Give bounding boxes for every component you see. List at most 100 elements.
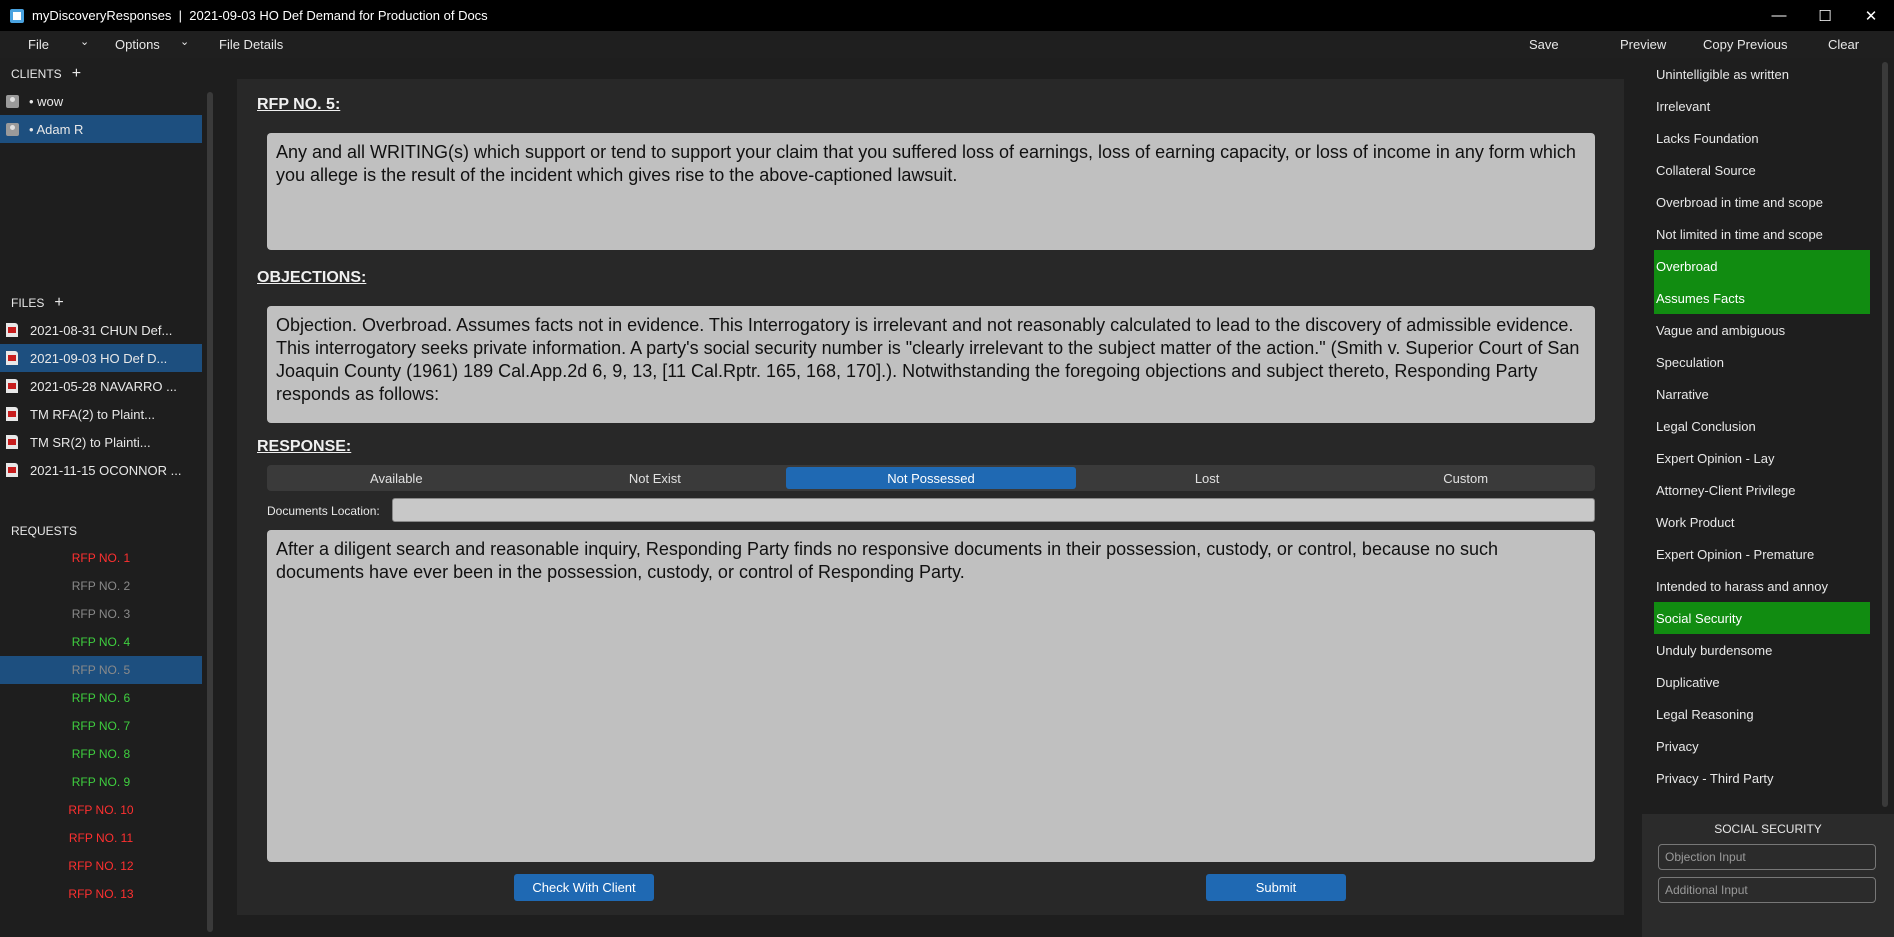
- objection-detail-title: SOCIAL SECURITY: [1714, 822, 1822, 836]
- pdf-icon: [6, 351, 18, 365]
- objection-toggle[interactable]: Vague and ambiguous: [1654, 314, 1870, 346]
- copy-previous-button[interactable]: Copy Previous: [1703, 37, 1788, 52]
- objection-input[interactable]: Objection Input: [1658, 844, 1876, 870]
- objection-toggle[interactable]: Assumes Facts: [1654, 282, 1870, 314]
- objection-toggle[interactable]: Narrative: [1654, 378, 1870, 410]
- client-item[interactable]: • Adam R: [0, 115, 202, 143]
- objection-toggle[interactable]: Privacy - Third Party: [1654, 762, 1870, 794]
- clients-scrollbar[interactable]: [207, 92, 213, 342]
- check-with-client-button[interactable]: Check With Client: [514, 874, 654, 901]
- objection-toggle[interactable]: Legal Conclusion: [1654, 410, 1870, 442]
- file-details-menu[interactable]: File Details: [219, 37, 283, 52]
- objections-panel: Unintelligible as written Irrelevant Lac…: [1642, 58, 1894, 937]
- request-item[interactable]: RFP NO. 9: [0, 768, 202, 796]
- objections-scrollbar[interactable]: [1882, 62, 1888, 807]
- file-item[interactable]: 2021-08-31 CHUN Def...: [0, 316, 202, 344]
- close-icon[interactable]: ✕: [1848, 0, 1894, 31]
- objection-toggle[interactable]: Unduly burdensome: [1654, 634, 1870, 666]
- clear-button[interactable]: Clear: [1828, 37, 1859, 52]
- request-item[interactable]: RFP NO. 11: [0, 824, 202, 852]
- objection-toggle[interactable]: Unintelligible as written: [1654, 58, 1870, 90]
- request-item[interactable]: RFP NO. 3: [0, 600, 202, 628]
- objection-toggle[interactable]: Lacks Foundation: [1654, 122, 1870, 154]
- file-label: 2021-05-28 NAVARRO ...: [30, 378, 177, 394]
- option-not-possessed[interactable]: Not Possessed: [786, 467, 1076, 489]
- options-menu[interactable]: Options: [115, 37, 160, 52]
- option-available[interactable]: Available: [267, 465, 526, 491]
- pdf-icon: [6, 323, 18, 337]
- file-item[interactable]: 2021-09-03 HO Def D...: [0, 344, 202, 372]
- pdf-icon: [6, 379, 18, 393]
- files-scrollbar[interactable]: [207, 321, 213, 571]
- objection-toggle[interactable]: Duplicative: [1654, 666, 1870, 698]
- objection-toggle[interactable]: Speculation: [1654, 346, 1870, 378]
- response-type-selector: Available Not Exist Not Possessed Lost C…: [267, 465, 1595, 491]
- response-title: RESPONSE:: [257, 438, 352, 455]
- objection-toggle[interactable]: Overbroad: [1654, 250, 1870, 282]
- response-text[interactable]: After a diligent search and reasonable i…: [267, 530, 1595, 862]
- save-button[interactable]: Save: [1529, 37, 1559, 52]
- request-item[interactable]: RFP NO. 4: [0, 628, 202, 656]
- objection-toggle[interactable]: Overbroad in time and scope: [1654, 186, 1870, 218]
- request-item[interactable]: RFP NO. 12: [0, 852, 202, 880]
- objection-toggle[interactable]: Social Security: [1654, 602, 1870, 634]
- objection-toggle[interactable]: Work Product: [1654, 506, 1870, 538]
- user-icon: [6, 122, 19, 136]
- objections-text[interactable]: Objection. Overbroad. Assumes facts not …: [267, 306, 1595, 423]
- file-item[interactable]: TM SR(2) to Plainti...: [0, 428, 202, 456]
- add-file-icon[interactable]: +: [54, 295, 63, 311]
- chevron-down-icon[interactable]: ⌄: [180, 35, 189, 48]
- option-custom[interactable]: Custom: [1336, 465, 1595, 491]
- file-label: 2021-08-31 CHUN Def...: [30, 322, 173, 338]
- request-item[interactable]: RFP NO. 7: [0, 712, 202, 740]
- objection-label: Privacy - Third Party: [1656, 770, 1774, 786]
- objection-label: Privacy: [1656, 738, 1699, 754]
- request-item[interactable]: RFP NO. 6: [0, 684, 202, 712]
- requests-label: REQUESTS: [11, 524, 78, 538]
- objection-toggle[interactable]: Expert Opinion - Lay: [1654, 442, 1870, 474]
- preview-button[interactable]: Preview: [1620, 37, 1666, 52]
- objection-toggle[interactable]: Expert Opinion - Premature: [1654, 538, 1870, 570]
- request-item[interactable]: RFP NO. 13: [0, 880, 202, 908]
- objection-label: Legal Conclusion: [1656, 418, 1756, 434]
- objection-toggle[interactable]: Privacy: [1654, 730, 1870, 762]
- additional-input[interactable]: Additional Input: [1658, 877, 1876, 903]
- objection-toggle[interactable]: Collateral Source: [1654, 154, 1870, 186]
- file-label: TM SR(2) to Plainti...: [30, 434, 151, 450]
- menu-bar: File ⌄ Options ⌄ File Details Save Previ…: [0, 31, 1894, 58]
- objection-toggle[interactable]: Irrelevant: [1654, 90, 1870, 122]
- file-menu[interactable]: File: [28, 37, 49, 52]
- objection-label: Irrelevant: [1656, 98, 1711, 114]
- chevron-down-icon[interactable]: ⌄: [80, 35, 89, 48]
- files-list: 2021-08-31 CHUN Def... 2021-09-03 HO Def…: [0, 316, 202, 484]
- objection-toggle[interactable]: Intended to harass and annoy: [1654, 570, 1870, 602]
- request-item[interactable]: RFP NO. 1: [0, 544, 202, 572]
- option-not-exist[interactable]: Not Exist: [526, 465, 785, 491]
- file-item[interactable]: TM RFA(2) to Plaint...: [0, 400, 202, 428]
- requests-list: RFP NO. 1 RFP NO. 2 RFP NO. 3 RFP NO. 4 …: [0, 544, 202, 908]
- objection-toggle[interactable]: Legal Reasoning: [1654, 698, 1870, 730]
- client-item[interactable]: • wow: [0, 87, 202, 115]
- requests-scrollbar[interactable]: [207, 552, 213, 932]
- submit-button[interactable]: Submit: [1206, 874, 1346, 901]
- user-icon: [6, 94, 19, 108]
- request-item[interactable]: RFP NO. 10: [0, 796, 202, 824]
- option-lost[interactable]: Lost: [1078, 465, 1337, 491]
- request-item[interactable]: RFP NO. 2: [0, 572, 202, 600]
- documents-location-input[interactable]: [392, 498, 1595, 522]
- add-client-icon[interactable]: +: [72, 66, 81, 82]
- app-icon: [10, 8, 24, 23]
- request-item[interactable]: RFP NO. 8: [0, 740, 202, 768]
- minimize-icon[interactable]: —: [1756, 0, 1802, 31]
- file-label: 2021-09-03 HO Def D...: [30, 350, 168, 366]
- objection-toggle[interactable]: Attorney-Client Privilege: [1654, 474, 1870, 506]
- request-text[interactable]: Any and all WRITING(s) which support or …: [267, 133, 1595, 250]
- objection-label: Unduly burdensome: [1656, 642, 1773, 658]
- file-item[interactable]: 2021-05-28 NAVARRO ...: [0, 372, 202, 400]
- objection-toggle[interactable]: Not limited in time and scope: [1654, 218, 1870, 250]
- files-header: FILES +: [11, 295, 64, 311]
- file-item[interactable]: 2021-11-15 OCONNOR ...: [0, 456, 202, 484]
- maximize-icon[interactable]: ☐: [1802, 0, 1848, 31]
- request-item[interactable]: RFP NO. 5: [0, 656, 202, 684]
- title-bar: myDiscoveryResponses | 2021-09-03 HO Def…: [0, 0, 1894, 31]
